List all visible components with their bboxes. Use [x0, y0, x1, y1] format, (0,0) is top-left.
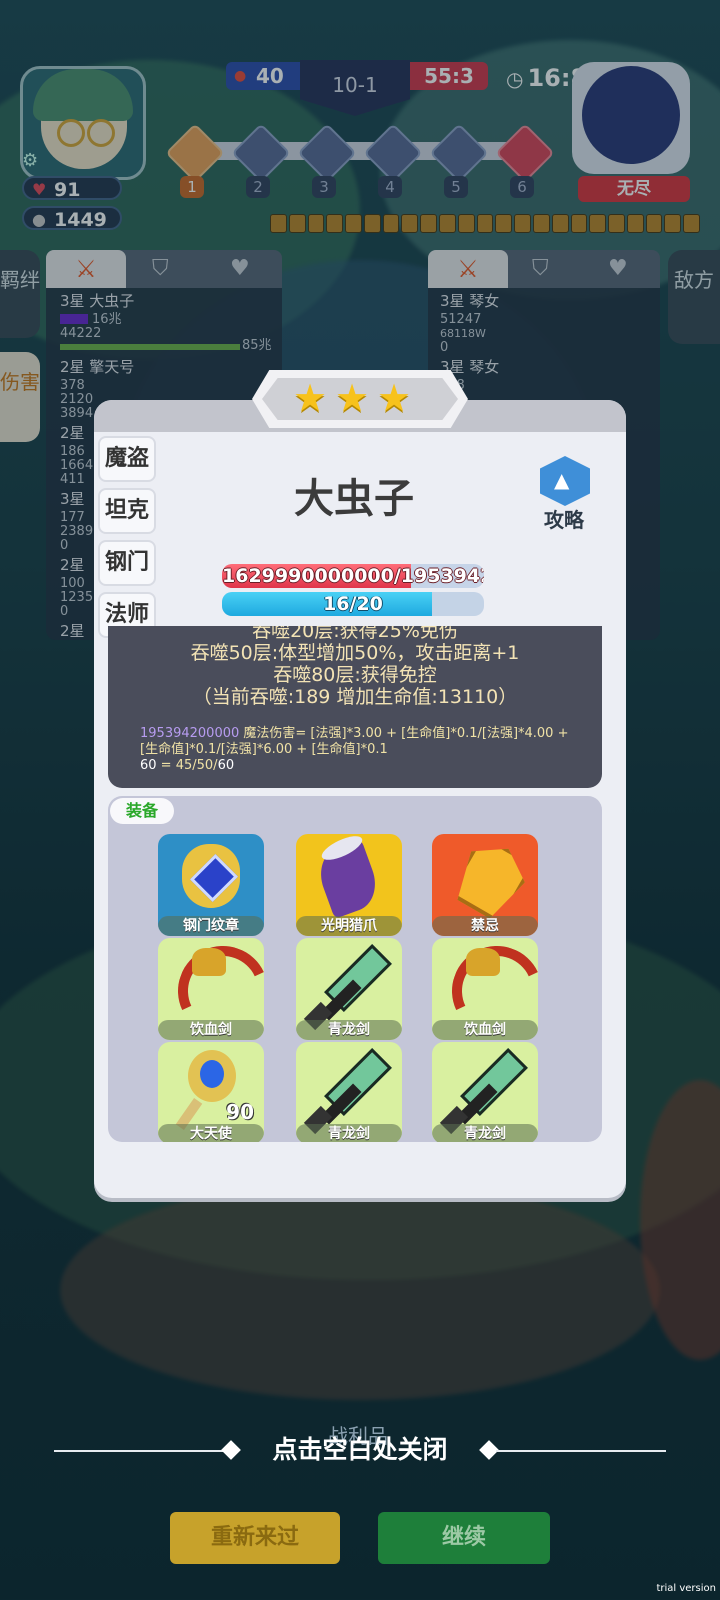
- skill-description[interactable]: 吞噬20层:获得25%免伤 吞噬50层:体型增加50%，攻击距离+1 吞噬80层…: [108, 626, 602, 788]
- graduation-cap-icon: [540, 456, 590, 506]
- skill-line: 吞噬80层:获得免控: [273, 664, 437, 686]
- star-icon: ★: [334, 376, 370, 420]
- equipment-slot[interactable]: 青龙剑: [432, 1042, 538, 1142]
- unit-hp-bar: 1629990000000/19539420: [222, 564, 484, 588]
- equipment-label: 大天使: [158, 1124, 264, 1142]
- equipment-label: 饮血剑: [432, 1020, 538, 1040]
- equipment-label: 青龙剑: [296, 1124, 402, 1142]
- skill-line: 吞噬20层:获得25%免伤: [252, 626, 458, 642]
- unit-detail-modal: ★ ★ ★ 魔盗 坦克 钢门 法师 大虫子 攻略 1629990000000/1…: [94, 370, 626, 1198]
- class-tab-thief[interactable]: 魔盗: [98, 436, 156, 482]
- watermark: trial version: [656, 1583, 716, 1594]
- guide-label: 攻略: [544, 508, 584, 532]
- equipment-label: 光明猎爪: [296, 916, 402, 936]
- formula-text: [生命值]*0.1/[法强]*6.00 + [生命值]*0.1: [140, 742, 388, 757]
- retry-button[interactable]: 重新来过: [170, 1512, 340, 1564]
- mana-text: 16/20: [323, 593, 383, 615]
- equipment-slot[interactable]: 饮血剑: [158, 938, 264, 1040]
- star-icon: ★: [292, 376, 328, 420]
- close-hint-line-right: [496, 1450, 666, 1452]
- class-tab-tank[interactable]: 坦克: [98, 488, 156, 534]
- guide-button[interactable]: 攻略: [528, 456, 600, 532]
- equipment-slot[interactable]: 90 大天使: [158, 1042, 264, 1142]
- equipment-tag: 装备: [110, 798, 174, 824]
- equipment-slot[interactable]: 饮血剑: [432, 938, 538, 1040]
- unit-mana-bar: 16/20: [222, 592, 484, 616]
- damage-formula: 195394200000 魔法伤害= [法强]*3.00 + [生命值]*0.1…: [140, 726, 580, 774]
- equipment-slot[interactable]: 禁忌: [432, 834, 538, 936]
- formula-text: 60: [217, 758, 235, 773]
- item-level: 90: [226, 1100, 254, 1124]
- star-icon: ★: [376, 376, 412, 420]
- equipment-slot[interactable]: 青龙剑: [296, 1042, 402, 1142]
- skill-line: （当前吞噬:189 增加生命值:13110）: [192, 686, 518, 708]
- close-hint[interactable]: 点击空白处关闭: [0, 1432, 720, 1468]
- continue-button[interactable]: 继续: [378, 1512, 550, 1564]
- equipment-slot[interactable]: 光明猎爪: [296, 834, 402, 936]
- unit-name: 大虫子: [294, 476, 414, 522]
- hp-text: 1629990000000/19539420: [222, 565, 484, 587]
- equipment-label: 青龙剑: [432, 1124, 538, 1142]
- formula-text: = 45/50/: [156, 758, 218, 773]
- equipment-label: 禁忌: [432, 916, 538, 936]
- formula-text: 60: [140, 758, 157, 773]
- class-tab-steel[interactable]: 钢门: [98, 540, 156, 586]
- class-tab-list: 魔盗 坦克 钢门 法师: [98, 436, 156, 644]
- skill-line: 吞噬50层:体型增加50%，攻击距离+1: [190, 642, 520, 664]
- formula-text: 魔法伤害= [法强]*3.00 + [生命值]*0.1/[法强]*4.00 +: [239, 726, 569, 741]
- equipment-slot[interactable]: 钢门纹章: [158, 834, 264, 936]
- equipment-label: 饮血剑: [158, 1020, 264, 1040]
- equipment-label: 钢门纹章: [158, 916, 264, 936]
- equipment-label: 青龙剑: [296, 1020, 402, 1040]
- equipment-slot[interactable]: 青龙剑: [296, 938, 402, 1040]
- formula-value: 195394200000: [140, 726, 240, 741]
- equipment-panel[interactable]: 装备 钢门纹章 光明猎爪 禁忌 饮血剑 青龙剑 饮血剑 90 大天使 青龙剑 青龙剑: [108, 796, 602, 1142]
